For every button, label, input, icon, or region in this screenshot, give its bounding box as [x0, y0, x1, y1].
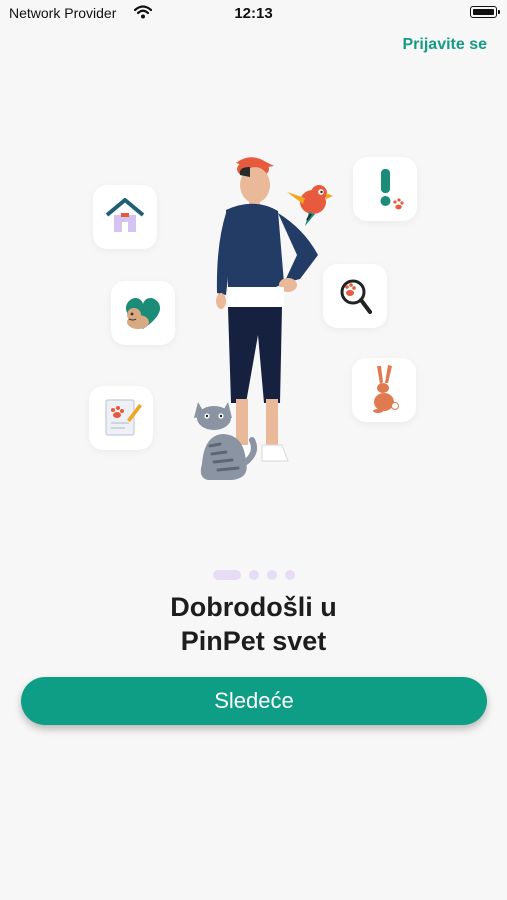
pager-dot-2[interactable]: [248, 570, 259, 580]
welcome-title-line1: Dobrodošli u: [170, 592, 337, 622]
status-bar: Network Provider 12:13: [0, 0, 507, 28]
pager-dot-1[interactable]: [212, 570, 241, 580]
document-paw-icon: [89, 386, 153, 450]
next-button[interactable]: Sledeće: [21, 677, 487, 725]
battery-icon: [470, 6, 500, 18]
onboarding-screen: Network Provider 12:13 Prijavite se Dobr…: [0, 0, 507, 900]
pager-dot-3[interactable]: [266, 570, 277, 580]
login-link[interactable]: Prijavite se: [403, 36, 488, 54]
onboarding-illustration: [0, 140, 507, 500]
cat-icon: [192, 392, 260, 482]
exclamation-paw-icon: [353, 157, 417, 221]
welcome-title: Dobrodošli u PinPet svet: [0, 590, 507, 658]
onboarding-pager: [0, 570, 507, 580]
status-time: 12:13: [234, 5, 273, 22]
house-icon: [93, 185, 157, 249]
rabbit-icon: [352, 358, 416, 422]
heart-dog-icon: [111, 281, 175, 345]
pager-dot-4[interactable]: [284, 570, 295, 580]
magnifier-paw-icon: [323, 264, 387, 328]
welcome-title-line2: PinPet svet: [180, 626, 327, 656]
